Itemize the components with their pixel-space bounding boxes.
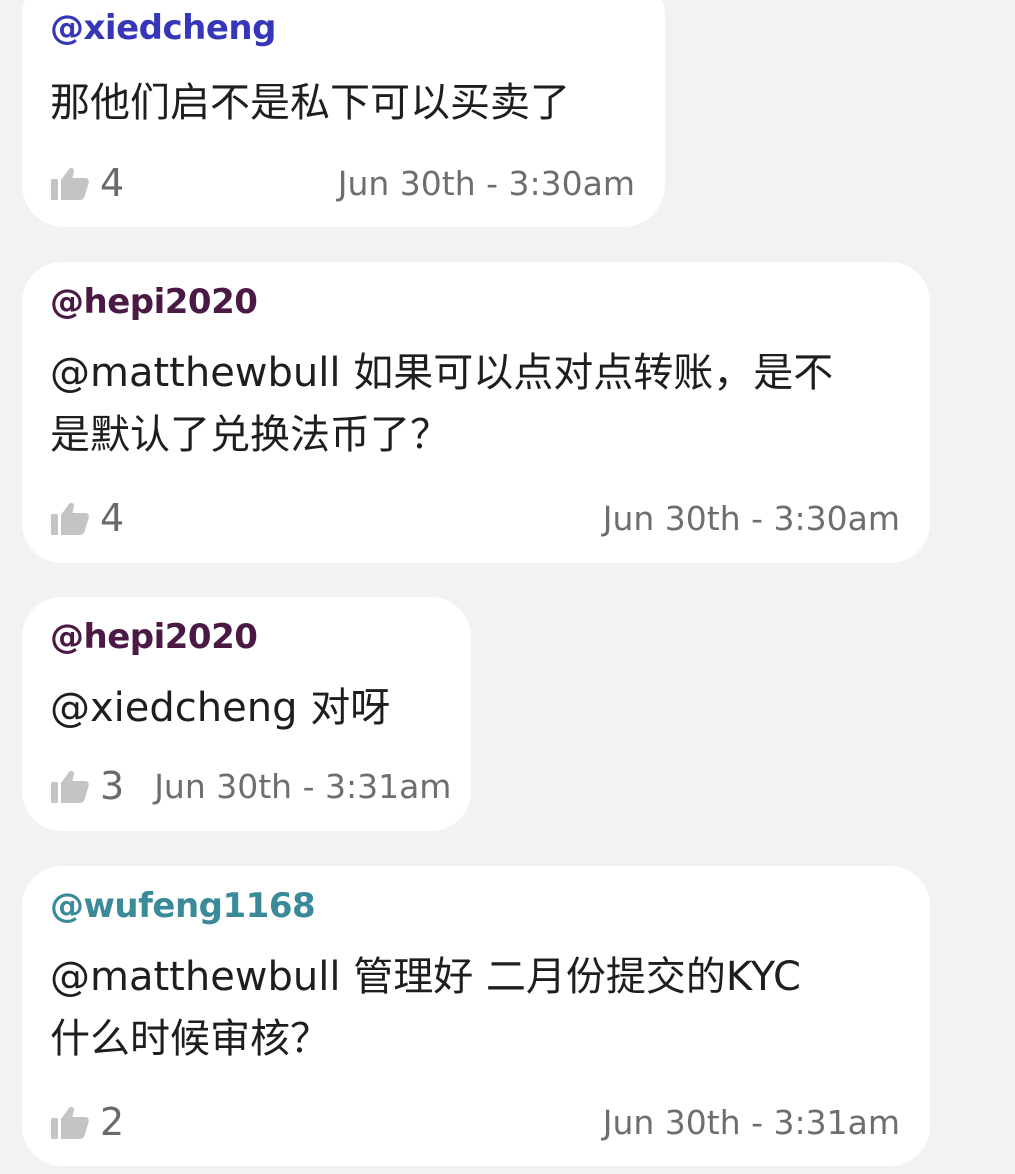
comment-username[interactable]: @hepi2020 xyxy=(50,282,258,322)
comment-bubble: @wufeng1168 @matthewbull 管理好 二月份提交的KYC 什… xyxy=(22,866,930,1166)
comment-meta: 2 Jun 30th - 3:31am xyxy=(50,1099,900,1145)
comment-bubble: @xiedcheng 那他们启不是私下可以买卖了 4 Jun 30th - 3:… xyxy=(22,0,665,227)
comment-meta: 3 Jun 30th - 3:31am xyxy=(50,763,451,809)
comment-text: @matthewbull 管理好 二月份提交的KYC 什么时候审核？ xyxy=(50,954,801,1062)
comment-meta: 4 Jun 30th - 3:30am xyxy=(50,160,635,206)
like-count: 3 xyxy=(100,764,125,808)
timestamp: Jun 30th - 3:31am xyxy=(154,766,452,806)
thumbs-up-icon xyxy=(51,502,89,535)
comment-bubble: @hepi2020 @xiedcheng 对呀 3 Jun 30th - 3:3… xyxy=(22,597,471,831)
comment-text: 那他们启不是私下可以买卖了 xyxy=(50,80,570,126)
timestamp: Jun 30th - 3:30am xyxy=(337,163,635,203)
like-button[interactable]: 4 xyxy=(50,496,124,540)
like-count: 2 xyxy=(100,1100,125,1144)
thumbs-up-icon xyxy=(51,167,89,200)
like-count: 4 xyxy=(100,496,125,540)
like-button[interactable]: 3 xyxy=(50,764,124,808)
like-count: 4 xyxy=(100,161,125,205)
thumbs-up-icon xyxy=(51,1106,89,1139)
comment-username[interactable]: @wufeng1168 xyxy=(50,886,316,926)
timestamp: Jun 30th - 3:31am xyxy=(602,1102,900,1142)
thumbs-up-icon xyxy=(51,770,89,803)
like-button[interactable]: 4 xyxy=(50,161,124,205)
comment-meta: 4 Jun 30th - 3:30am xyxy=(50,495,900,541)
like-button[interactable]: 2 xyxy=(50,1100,124,1144)
comment-text: @xiedcheng 对呀 xyxy=(50,685,391,731)
comment-username[interactable]: @xiedcheng xyxy=(50,8,276,48)
timestamp: Jun 30th - 3:30am xyxy=(602,498,900,538)
comment-text: @matthewbull 如果可以点对点转账，是不 是默认了兑换法币了？ xyxy=(50,350,834,458)
comment-bubble: @hepi2020 @matthewbull 如果可以点对点转账，是不 是默认了… xyxy=(22,262,930,563)
comment-thread: @xiedcheng 那他们启不是私下可以买卖了 4 Jun 30th - 3:… xyxy=(0,0,1015,1174)
comment-username[interactable]: @hepi2020 xyxy=(50,617,258,657)
